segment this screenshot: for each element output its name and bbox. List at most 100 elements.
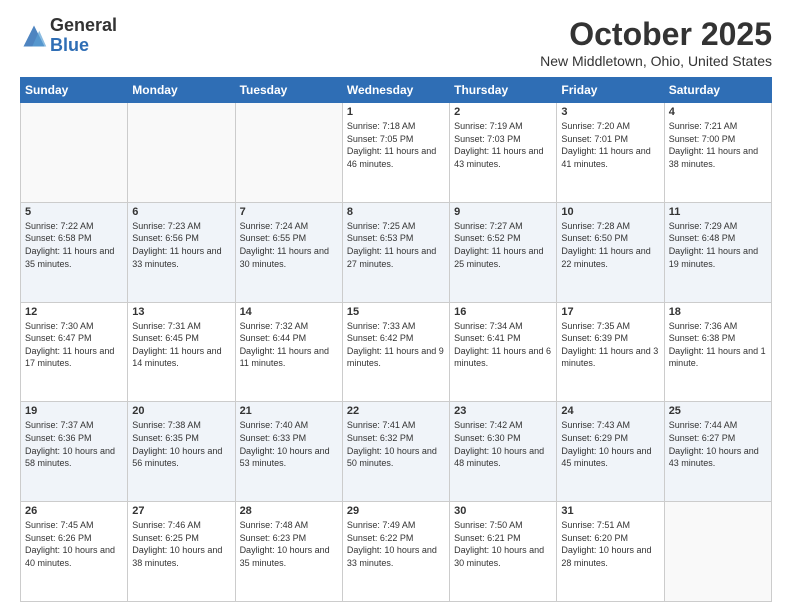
table-row: 21Sunrise: 7:40 AM Sunset: 6:33 PM Dayli…	[235, 402, 342, 502]
day-info: Sunrise: 7:21 AM Sunset: 7:00 PM Dayligh…	[669, 120, 767, 170]
calendar-week-row: 26 Sunrise: 7:45 AM Sunset: 6:26 PM Dayli…	[21, 502, 772, 602]
day-number: 2	[454, 106, 552, 118]
table-row: 17 Sunrise: 7:35 AM Sunset: 6:39 PM Dayli…	[557, 302, 664, 402]
logo-icon	[20, 22, 48, 50]
table-row: 24 Sunrise: 7:43 AM Sunset: 6:29 PM Dayli…	[557, 402, 664, 502]
calendar-week-row: 12Sunrise: 7:30 AM Sunset: 6:47 PM Dayli…	[21, 302, 772, 402]
day-number: 9	[454, 206, 552, 218]
table-row: 31 Sunrise: 7:51 AM Sunset: 6:20 PM Dayli…	[557, 502, 664, 602]
table-row: 25 Sunrise: 7:44 AM Sunset: 6:27 PM Dayli…	[664, 402, 771, 502]
day-number: 26	[25, 505, 123, 517]
day-number: 20	[132, 405, 230, 417]
table-row: 30 Sunrise: 7:50 AM Sunset: 6:21 PM Dayli…	[450, 502, 557, 602]
title-block: October 2025 New Middletown, Ohio, Unite…	[540, 16, 772, 69]
day-number: 25	[669, 405, 767, 417]
col-saturday: Saturday	[664, 78, 771, 103]
day-info: Sunrise: 7:19 AM Sunset: 7:03 PM Dayligh…	[454, 120, 552, 170]
table-row: 14 Sunrise: 7:32 AM Sunset: 6:44 PM Dayli…	[235, 302, 342, 402]
table-row	[21, 103, 128, 203]
day-info: Sunrise: 7:46 AM Sunset: 6:25 PM Dayligh…	[132, 519, 230, 569]
table-row: 22 Sunrise: 7:41 AM Sunset: 6:32 PM Dayli…	[342, 402, 449, 502]
table-row: 1Sunrise: 7:18 AM Sunset: 7:05 PM Daylig…	[342, 103, 449, 203]
day-info: Sunrise: 7:45 AM Sunset: 6:26 PM Dayligh…	[25, 519, 123, 569]
day-number: 29	[347, 505, 445, 517]
col-monday: Monday	[128, 78, 235, 103]
table-row: 6Sunrise: 7:23 AM Sunset: 6:56 PM Daylig…	[128, 202, 235, 302]
day-info: Sunrise: 7:51 AM Sunset: 6:20 PM Dayligh…	[561, 519, 659, 569]
day-info: Sunrise: 7:36 AM Sunset: 6:38 PM Dayligh…	[669, 320, 767, 370]
month-title: October 2025	[540, 16, 772, 53]
day-info: Sunrise: 7:43 AM Sunset: 6:29 PM Dayligh…	[561, 419, 659, 469]
calendar-week-row: 1Sunrise: 7:18 AM Sunset: 7:05 PM Daylig…	[21, 103, 772, 203]
calendar-header-row: Sunday Monday Tuesday Wednesday Thursday…	[21, 78, 772, 103]
logo-blue-text: Blue	[50, 36, 117, 56]
table-row	[664, 502, 771, 602]
calendar: Sunday Monday Tuesday Wednesday Thursday…	[20, 77, 772, 602]
day-info: Sunrise: 7:35 AM Sunset: 6:39 PM Dayligh…	[561, 320, 659, 370]
day-number: 23	[454, 405, 552, 417]
day-info: Sunrise: 7:32 AM Sunset: 6:44 PM Dayligh…	[240, 320, 338, 370]
day-number: 4	[669, 106, 767, 118]
day-number: 31	[561, 505, 659, 517]
day-info: Sunrise: 7:18 AM Sunset: 7:05 PM Dayligh…	[347, 120, 445, 170]
calendar-week-row: 5 Sunrise: 7:22 AM Sunset: 6:58 PM Daylig…	[21, 202, 772, 302]
day-number: 18	[669, 306, 767, 318]
day-info: Sunrise: 7:42 AM Sunset: 6:30 PM Dayligh…	[454, 419, 552, 469]
table-row: 15 Sunrise: 7:33 AM Sunset: 6:42 PM Dayli…	[342, 302, 449, 402]
day-info: Sunrise: 7:31 AM Sunset: 6:45 PM Dayligh…	[132, 320, 230, 370]
col-sunday: Sunday	[21, 78, 128, 103]
day-info: Sunrise: 7:34 AM Sunset: 6:41 PM Dayligh…	[454, 320, 552, 370]
table-row: 12Sunrise: 7:30 AM Sunset: 6:47 PM Dayli…	[21, 302, 128, 402]
day-info: Sunrise: 7:25 AM Sunset: 6:53 PM Dayligh…	[347, 220, 445, 270]
col-tuesday: Tuesday	[235, 78, 342, 103]
table-row	[235, 103, 342, 203]
table-row: 16Sunrise: 7:34 AM Sunset: 6:41 PM Dayli…	[450, 302, 557, 402]
table-row: 9 Sunrise: 7:27 AM Sunset: 6:52 PM Daylig…	[450, 202, 557, 302]
table-row: 28Sunrise: 7:48 AM Sunset: 6:23 PM Dayli…	[235, 502, 342, 602]
table-row: 7 Sunrise: 7:24 AM Sunset: 6:55 PM Daylig…	[235, 202, 342, 302]
table-row: 20 Sunrise: 7:38 AM Sunset: 6:35 PM Dayli…	[128, 402, 235, 502]
day-info: Sunrise: 7:40 AM Sunset: 6:33 PM Dayligh…	[240, 419, 338, 469]
table-row: 27 Sunrise: 7:46 AM Sunset: 6:25 PM Dayli…	[128, 502, 235, 602]
day-number: 14	[240, 306, 338, 318]
day-number: 15	[347, 306, 445, 318]
day-number: 3	[561, 106, 659, 118]
table-row: 29 Sunrise: 7:49 AM Sunset: 6:22 PM Dayli…	[342, 502, 449, 602]
day-number: 22	[347, 405, 445, 417]
day-info: Sunrise: 7:28 AM Sunset: 6:50 PM Dayligh…	[561, 220, 659, 270]
day-number: 17	[561, 306, 659, 318]
table-row: 2 Sunrise: 7:19 AM Sunset: 7:03 PM Daylig…	[450, 103, 557, 203]
day-number: 11	[669, 206, 767, 218]
table-row: 11Sunrise: 7:29 AM Sunset: 6:48 PM Dayli…	[664, 202, 771, 302]
day-number: 28	[240, 505, 338, 517]
day-info: Sunrise: 7:44 AM Sunset: 6:27 PM Dayligh…	[669, 419, 767, 469]
day-info: Sunrise: 7:22 AM Sunset: 6:58 PM Dayligh…	[25, 220, 123, 270]
day-info: Sunrise: 7:23 AM Sunset: 6:56 PM Dayligh…	[132, 220, 230, 270]
day-number: 24	[561, 405, 659, 417]
day-info: Sunrise: 7:20 AM Sunset: 7:01 PM Dayligh…	[561, 120, 659, 170]
table-row: 8 Sunrise: 7:25 AM Sunset: 6:53 PM Daylig…	[342, 202, 449, 302]
calendar-week-row: 19Sunrise: 7:37 AM Sunset: 6:36 PM Dayli…	[21, 402, 772, 502]
day-info: Sunrise: 7:49 AM Sunset: 6:22 PM Dayligh…	[347, 519, 445, 569]
logo-general-text: General	[50, 16, 117, 36]
day-number: 27	[132, 505, 230, 517]
day-number: 5	[25, 206, 123, 218]
day-number: 8	[347, 206, 445, 218]
day-info: Sunrise: 7:27 AM Sunset: 6:52 PM Dayligh…	[454, 220, 552, 270]
day-number: 19	[25, 405, 123, 417]
day-info: Sunrise: 7:24 AM Sunset: 6:55 PM Dayligh…	[240, 220, 338, 270]
day-number: 7	[240, 206, 338, 218]
day-info: Sunrise: 7:41 AM Sunset: 6:32 PM Dayligh…	[347, 419, 445, 469]
day-info: Sunrise: 7:50 AM Sunset: 6:21 PM Dayligh…	[454, 519, 552, 569]
col-thursday: Thursday	[450, 78, 557, 103]
table-row: 3 Sunrise: 7:20 AM Sunset: 7:01 PM Daylig…	[557, 103, 664, 203]
day-info: Sunrise: 7:33 AM Sunset: 6:42 PM Dayligh…	[347, 320, 445, 370]
table-row: 5 Sunrise: 7:22 AM Sunset: 6:58 PM Daylig…	[21, 202, 128, 302]
day-number: 13	[132, 306, 230, 318]
day-info: Sunrise: 7:38 AM Sunset: 6:35 PM Dayligh…	[132, 419, 230, 469]
day-number: 12	[25, 306, 123, 318]
table-row: 4 Sunrise: 7:21 AM Sunset: 7:00 PM Daylig…	[664, 103, 771, 203]
day-number: 30	[454, 505, 552, 517]
logo: General Blue	[20, 16, 117, 56]
col-wednesday: Wednesday	[342, 78, 449, 103]
